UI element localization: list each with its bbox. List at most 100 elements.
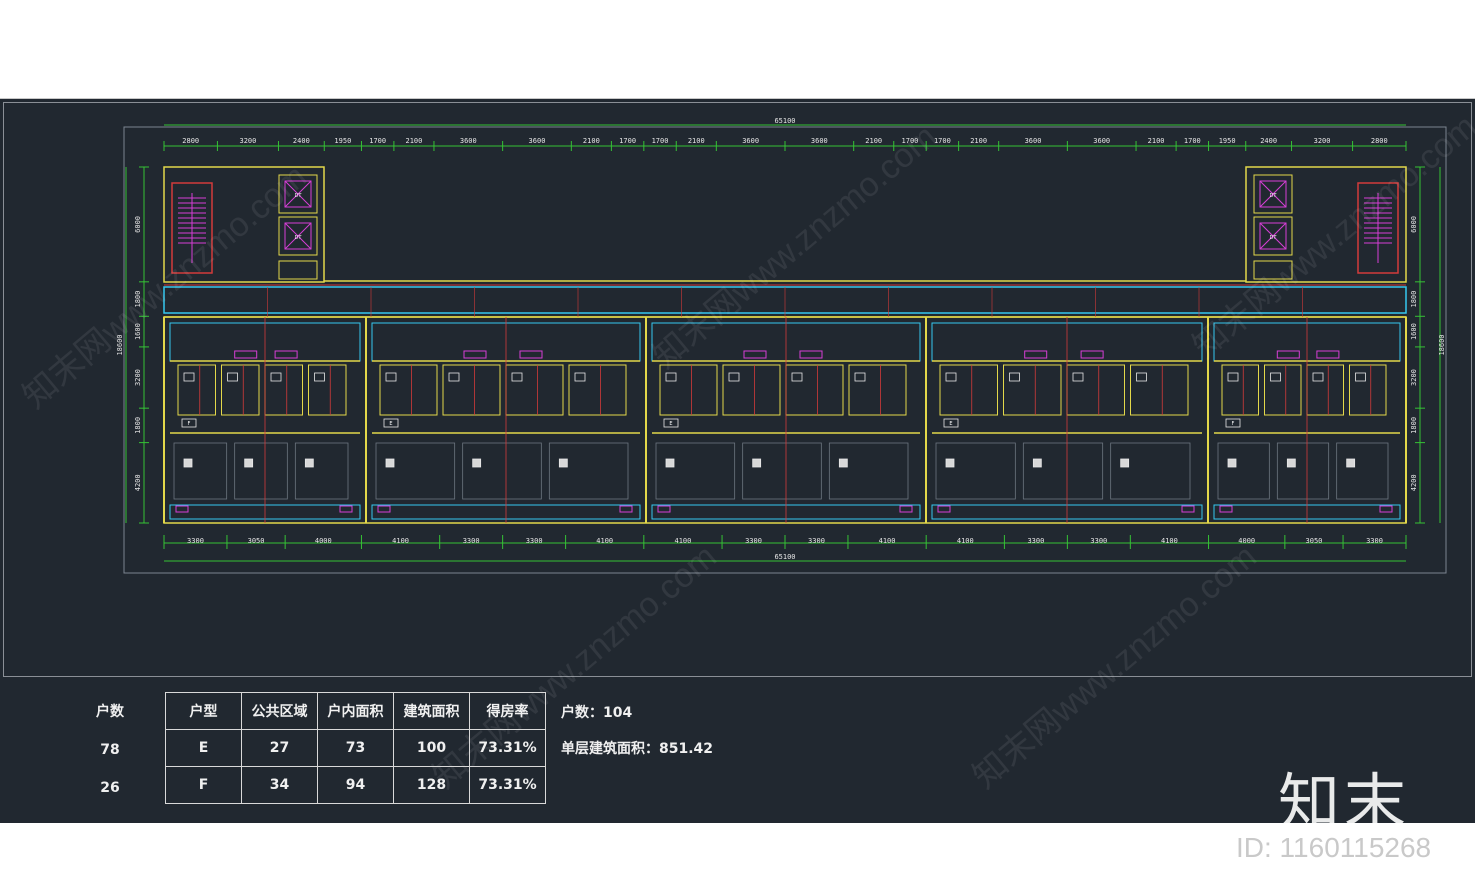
unit-tag: F [1232,421,1235,427]
table-cell: 73.31% [469,766,546,804]
drawing-frame [123,126,1447,574]
fixture [183,372,195,382]
furniture-item [665,458,675,468]
unit-count-header: 户数 [96,704,124,720]
unit-band-outline [163,316,1407,524]
dim-label-top: 1950 [334,137,351,145]
dim-label-bottom: 4100 [957,537,974,545]
fixture [1072,372,1084,382]
dim-label-right: 3200 [1410,369,1418,386]
dim-label-bottom: 3300 [808,537,825,545]
room-tag [1181,505,1195,513]
dim-overall-bottom: 65100 [774,553,795,561]
furniture-outline [1276,442,1330,500]
table-cell: 94 [317,766,394,804]
floor-area-total: 单层建筑面积：851.42 [561,741,714,757]
dim-label-top: 2100 [970,137,987,145]
dim-label-top: 3600 [460,137,477,145]
room-tag [463,350,487,359]
fixture [1136,372,1147,382]
room-tag [339,505,353,513]
fixture [1227,372,1239,382]
bathroom-outline [442,364,501,416]
table-row: F 34 94 128 73.31% [165,766,546,804]
bathroom-outline [722,364,781,416]
dim-label-bottom: 4000 [1238,537,1255,545]
bathroom-outline [505,364,564,416]
dim-label-top: 1700 [652,137,669,145]
dim-label-top: 3600 [1025,137,1042,145]
dim-label-top: 3200 [240,137,257,145]
dim-label-bottom: 4100 [879,537,896,545]
fixture [270,372,282,382]
dim-label-bottom: 4100 [1161,537,1178,545]
table-cell: 34 [241,766,318,804]
furniture-item [945,458,955,468]
table-row: E 27 73 100 73.31% [165,729,546,767]
brand-id: ID: 1160115268 [1236,832,1432,863]
bathroom-outline [785,364,844,416]
room-tag [1024,350,1048,359]
dim-label-bottom: 3050 [248,537,265,545]
bathroom-outline [264,364,303,416]
furniture-outline [1110,442,1191,500]
core-outline [163,166,325,283]
floor-plan-svg: 65100 65100 2800 3200 2400 1950 1700 2100 3600 36… [116,117,1447,574]
room-tag [377,505,391,513]
core-outline [1245,166,1407,283]
dim-label-left: 1800 [134,291,142,308]
dim-label-top: 2100 [688,137,705,145]
furniture-item [558,458,568,468]
summary-block: 户数：104 单层建筑面积：851.42 [561,702,713,774]
fixture [1270,372,1281,382]
furniture-item [838,458,848,468]
room-tag [619,505,633,513]
elevator-tag: DT [295,235,303,241]
furniture-item [1032,458,1042,468]
dim-label-bottom: 3300 [1027,537,1044,545]
table-cell: E [165,729,242,767]
dim-label-bottom: 3300 [745,537,762,545]
floor-plan-drawing: 65100 65100 2800 3200 2400 1950 1700 2100 3600 36… [3,102,1472,677]
furniture-outline [742,442,822,500]
bathroom-outline [308,364,347,416]
room-tag [799,350,823,359]
furniture-item [752,458,762,468]
furniture-outline [655,442,736,500]
furniture-outline [294,442,349,500]
room-tag [937,505,951,513]
bathroom-outline [659,364,718,416]
room-tag [274,350,298,359]
fixture [314,372,325,382]
dim-label-bottom: 3300 [526,537,543,545]
table-cell: 128 [393,766,470,804]
table-cell: 73.31% [469,729,546,767]
bathroom-outline [939,364,998,416]
dim-label-left: 1800 [134,417,142,434]
furniture-outline [375,442,456,500]
room-tag [175,505,189,513]
furniture-outline [462,442,542,500]
unit-tag: E [949,421,952,427]
furniture-item [1286,458,1296,468]
dim-label-top: 3600 [742,137,759,145]
furniture-outline [1217,442,1270,500]
fixture [1312,372,1324,382]
dim-label-top: 3600 [811,137,828,145]
room-tag [519,350,543,359]
household-total: 户数：104 [561,705,633,721]
fixture [945,372,957,382]
fixture [1355,372,1366,382]
fixture [385,372,397,382]
table-cell: 73 [317,729,394,767]
col-unit-type: 户型 [165,692,242,730]
fixture [574,372,586,382]
dim-label-right: 1800 [1410,291,1418,308]
bathroom-outline [848,364,907,416]
room-tag [1379,505,1393,513]
dim-label-top: 1700 [369,137,386,145]
bathroom-outline [379,364,438,416]
furniture-item [183,458,193,468]
dim-label-top: 1700 [1184,137,1201,145]
table-cell: F [165,766,242,804]
